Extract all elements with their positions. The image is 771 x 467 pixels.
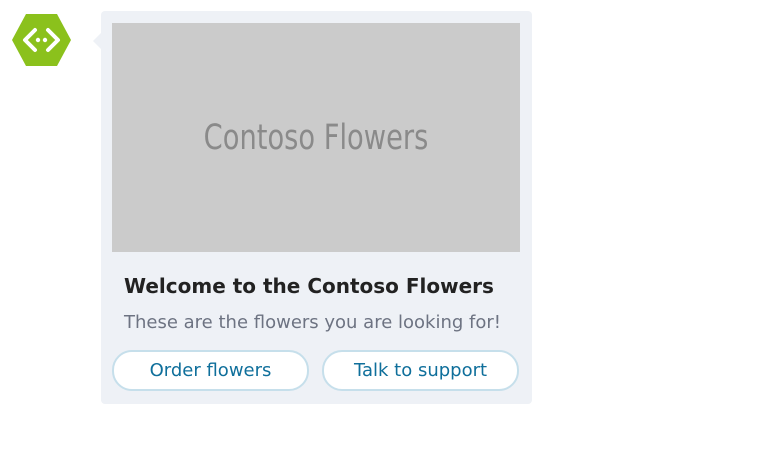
card-pointer <box>93 33 101 49</box>
talk-to-support-button[interactable]: Talk to support <box>322 350 519 391</box>
hero-image: Contoso Flowers <box>112 23 520 252</box>
card-title: Welcome to the Contoso Flowers <box>124 274 494 298</box>
order-flowers-button-label: Order flowers <box>149 360 272 381</box>
bot-avatar <box>11 12 72 68</box>
hero-image-text: Contoso Flowers <box>203 117 429 158</box>
talk-to-support-button-label: Talk to support <box>353 360 488 381</box>
card-subtitle: These are the flowers you are looking fo… <box>124 312 501 333</box>
bot-code-hexagon-icon <box>12 14 71 66</box>
order-flowers-button[interactable]: Order flowers <box>112 350 309 391</box>
hero-card: Contoso Flowers Welcome to the Contoso F… <box>93 11 532 404</box>
